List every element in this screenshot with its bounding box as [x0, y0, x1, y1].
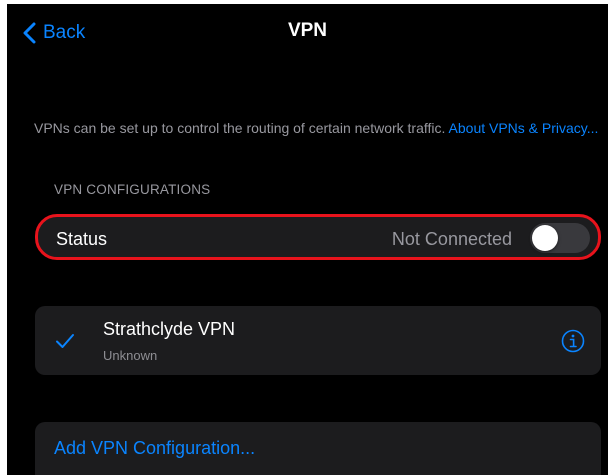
vpn-description: VPNs can be set up to control the routin…: [34, 118, 599, 138]
vpn-name: Strathclyde VPN: [103, 319, 236, 339]
description-text: VPNs can be set up to control the routin…: [34, 120, 446, 136]
about-vpns-privacy-link[interactable]: About VPNs & Privacy...: [449, 120, 599, 136]
add-vpn-configuration-button[interactable]: Add VPN Configuration...: [35, 422, 601, 475]
status-label: Status: [56, 229, 108, 249]
vpn-configurations-header: VPN CONFIGURATIONS: [54, 182, 211, 197]
vpn-connection-toggle[interactable]: [530, 223, 590, 253]
vpn-connection-status: Unknown: [103, 348, 158, 363]
navigation-bar: Back VPN: [7, 4, 608, 60]
add-vpn-configuration-label: Add VPN Configuration...: [54, 438, 256, 458]
vpn-configuration-item[interactable]: Strathclyde VPN Unknown: [35, 306, 601, 375]
vpn-status-row: Status Not Connected: [35, 214, 601, 260]
toggle-knob: [532, 225, 558, 251]
connection-status-value: Not Connected: [391, 229, 512, 249]
checkmark-icon: [56, 334, 74, 348]
info-circle-icon[interactable]: [561, 329, 585, 353]
vpn-settings-screen: Back VPN VPNs can be set up to control t…: [7, 4, 608, 475]
page-title: VPN: [287, 20, 328, 41]
